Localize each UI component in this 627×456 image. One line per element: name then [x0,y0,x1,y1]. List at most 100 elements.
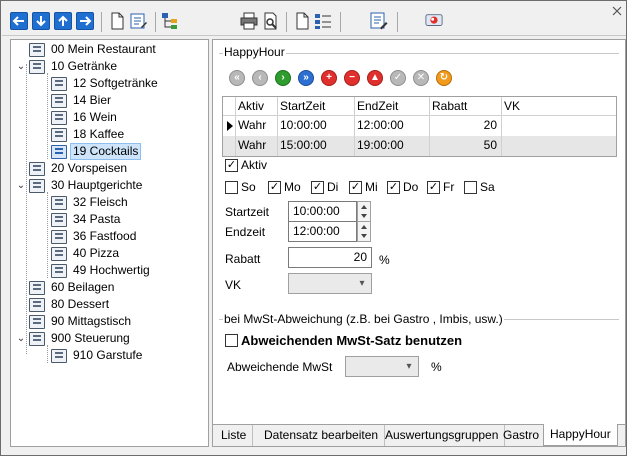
chevron-down-icon[interactable]: ▾ [353,274,371,293]
grid-cell[interactable]: Wahr [235,136,277,155]
grid-cell[interactable]: 20 [429,116,501,135]
grid-cell[interactable]: 50 [429,136,501,155]
last-record-icon[interactable]: » [298,70,314,86]
tab-auswertungsgruppen[interactable]: Auswertungsgruppen [379,425,506,446]
grid-cell[interactable]: Wahr [235,116,277,135]
tree-item[interactable]: ⌄ 900 Steuerung [15,330,133,347]
checkbox-checked-icon[interactable]: ✓ [311,180,324,194]
arrow-left-icon[interactable] [10,12,28,30]
first-record-icon[interactable]: « [229,70,245,86]
insert-record-icon[interactable]: + [321,70,337,86]
startzeit-spinner[interactable] [357,201,371,222]
grid-cell[interactable] [501,116,601,135]
category-tree[interactable]: 00 Mein Restaurant ⌄ 10 Getränke 12 Soft… [10,39,209,447]
tree-item[interactable]: 12 Softgetränke [51,75,161,92]
chevron-down-icon[interactable]: ▾ [400,357,418,376]
day-checkbox-so[interactable]: So [225,180,256,194]
refresh-record-icon[interactable]: ↻ [436,70,452,86]
day-checkbox-sa[interactable]: Sa [464,180,495,194]
checkbox-unchecked-icon[interactable] [225,180,238,194]
table-row[interactable]: Wahr 10:00:00 12:00:00 20 [223,116,616,136]
tree-item[interactable]: 20 Vorspeisen [29,160,130,177]
rabatt-input[interactable]: 20 [288,247,372,268]
checkbox-checked-icon[interactable]: ✓ [349,180,362,194]
checkbox-checked-icon[interactable]: ✓ [427,180,440,194]
mwst-checkbox[interactable]: Abweichenden MwSt-Satz benutzen [225,333,462,348]
tree-item[interactable]: 80 Dessert [29,296,112,313]
tree-item[interactable]: 90 Mittagstisch [29,313,134,330]
tree-item[interactable]: ⌄ 30 Hauptgerichte [15,177,145,194]
edit-record-icon[interactable]: ▲ [367,70,383,86]
arrow-down-icon[interactable] [32,12,50,30]
tree-item[interactable]: 32 Fleisch [51,194,131,211]
tree-item[interactable]: 14 Bier [51,92,114,109]
vk-select[interactable]: ▾ [288,273,372,294]
grid-cell[interactable]: 12:00:00 [354,116,429,135]
grid-cell[interactable] [501,136,601,155]
arrow-right-icon[interactable] [76,12,94,30]
tree-item[interactable]: 34 Pasta [51,211,123,228]
cancel-record-icon[interactable]: ✕ [413,70,429,86]
tree-item[interactable]: 49 Hochwertig [51,262,153,279]
print-preview-icon[interactable] [262,12,280,30]
day-checkbox-mi[interactable]: ✓ Mi [349,180,378,194]
grid-column-header[interactable]: StartZeit [277,97,354,116]
tree-item[interactable]: 16 Wein [51,109,120,126]
tree-item[interactable]: 00 Mein Restaurant [29,41,159,58]
tree-item[interactable]: ⌄ 10 Getränke [15,58,120,75]
checkbox-checked-icon[interactable]: ✓ [225,158,238,172]
grid-cell[interactable]: 19:00:00 [354,136,429,155]
tab-liste[interactable]: Liste [215,425,254,446]
close-icon[interactable] [612,5,622,16]
checkbox-unchecked-icon[interactable] [225,334,238,347]
endzeit-spinner[interactable] [357,221,371,242]
tree-item[interactable]: 18 Kaffee [51,126,127,143]
list-view-icon[interactable] [314,12,332,30]
tab-datensatz-bearbeiten[interactable]: Datensatz bearbeiten [258,425,386,446]
grid-cell[interactable]: 15:00:00 [277,136,354,155]
tree-item[interactable]: 910 Garstufe [51,347,145,364]
day-checkbox-di[interactable]: ✓ Di [311,180,338,194]
checkbox-checked-icon[interactable]: ✓ [387,180,400,194]
tab-happyhour[interactable]: HappyHour [543,424,618,446]
happyhour-grid[interactable]: Aktiv StartZeit EndZeit Rabatt VK Wahr 1… [222,96,617,157]
next-record-icon[interactable]: › [275,70,291,86]
monitor-color-icon[interactable] [425,12,443,30]
grid-column-header[interactable]: EndZeit [354,97,429,116]
chevron-down-icon[interactable]: ⌄ [15,333,27,345]
tree-item-selected[interactable]: 19 Cocktails [51,143,142,160]
copy-document-icon[interactable] [293,12,311,30]
tree-item-label: 12 Softgetränke [73,76,158,90]
edit-form-icon[interactable] [370,12,388,30]
post-record-icon[interactable]: ✓ [390,70,406,86]
new-document-icon[interactable] [108,12,126,30]
tree-item[interactable]: 40 Pizza [51,245,122,262]
day-checkbox-do[interactable]: ✓ Do [387,180,418,194]
folder-icon [29,178,45,193]
day-checkbox-fr[interactable]: ✓ Fr [427,180,454,194]
chevron-down-icon[interactable]: ⌄ [15,61,27,73]
checkbox-unchecked-icon[interactable] [464,180,477,194]
delete-record-icon[interactable]: − [344,70,360,86]
aktiv-checkbox[interactable]: ✓ Aktiv [225,158,267,172]
chevron-down-icon[interactable]: ⌄ [15,180,27,192]
table-row[interactable]: Wahr 15:00:00 19:00:00 50 [223,136,616,156]
grid-column-header[interactable]: Aktiv [235,97,277,116]
day-checkbox-mo[interactable]: ✓ Mo [268,180,301,194]
startzeit-input[interactable]: 10:00:00 [288,201,357,222]
mwst-select[interactable]: ▾ [345,356,419,377]
prior-record-icon[interactable]: ‹ [252,70,268,86]
edit-record-icon[interactable] [130,12,148,30]
endzeit-input[interactable]: 12:00:00 [288,221,357,242]
tree-item-label: 90 Mittagstisch [51,314,132,328]
tab-gastro[interactable]: Gastro [497,425,547,446]
tree-item[interactable]: 36 Fastfood [51,228,139,245]
grid-column-header[interactable]: VK [501,97,601,116]
tree-structure-icon[interactable] [161,12,179,30]
grid-cell[interactable]: 10:00:00 [277,116,354,135]
tree-item[interactable]: 60 Beilagen [29,279,117,296]
grid-column-header[interactable]: Rabatt [429,97,501,116]
arrow-up-icon[interactable] [54,12,72,30]
printer-icon[interactable] [240,12,258,30]
checkbox-checked-icon[interactable]: ✓ [268,180,281,194]
